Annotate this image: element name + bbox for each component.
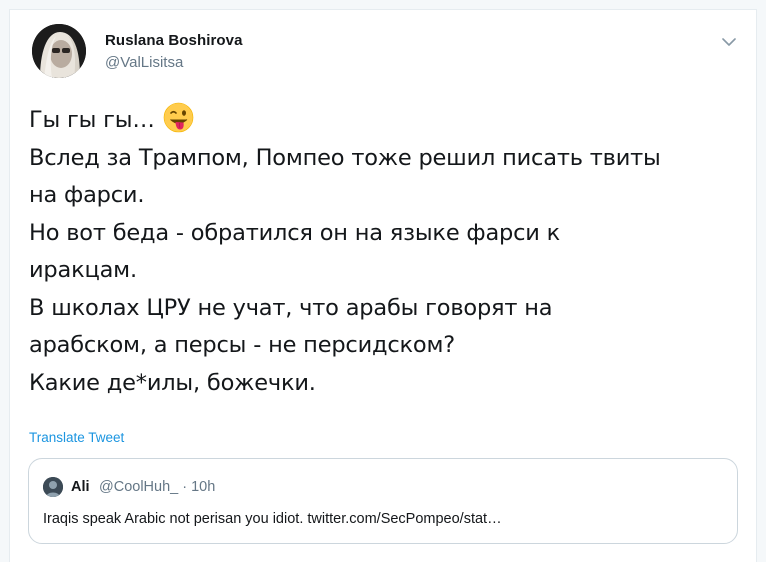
- quoted-tweet-meta: @CoolHuh_ · 10h: [99, 479, 216, 495]
- tweet-text-line-7: арабском, а персы - не персидском?: [29, 332, 456, 358]
- tweet-menu-button[interactable]: [717, 32, 741, 52]
- tweet-text-line: Гы гы гы…: [29, 102, 749, 140]
- tweet-text-line-5: иракцам.: [29, 257, 137, 283]
- tweet-text-line-2: Вслед за Трампом, Помпео тоже решил писа…: [29, 144, 661, 171]
- quoted-author-avatar[interactable]: [43, 477, 63, 497]
- tweet-text-line-4: Но вот беда - обратился он на языке фарс…: [29, 219, 561, 246]
- person-avatar-icon: [43, 477, 63, 497]
- quoted-tweet-text: Iraqis speak Arabic not perisan you idio…: [43, 511, 502, 527]
- woman-portrait-icon: [32, 24, 86, 78]
- author-display-name[interactable]: Ruslana Boshirova: [105, 32, 243, 49]
- author-handle[interactable]: @ValLisitsa: [105, 54, 183, 71]
- quoted-author-name[interactable]: Ali: [71, 479, 90, 495]
- winking-face-with-tongue-emoji-icon: [163, 102, 194, 133]
- tweet-body: Гы гы гы… Вслед за Трампом, Помпео тоже …: [29, 102, 749, 402]
- translate-tweet-link[interactable]: Translate Tweet: [29, 430, 124, 445]
- tweet-text-line-1: Гы гы гы…: [29, 107, 155, 133]
- quoted-tweet[interactable]: Ali @CoolHuh_ · 10h Iraqis speak Arabic …: [28, 458, 738, 544]
- author-avatar[interactable]: [32, 24, 86, 78]
- tweet-text-line-8: Какие де*илы, божечки.: [29, 369, 316, 396]
- tweet-text-line-6: В школах ЦРУ не учат, что арабы говорят …: [29, 294, 553, 321]
- chevron-down-icon: [722, 37, 736, 46]
- tweet-text-line-3: на фарси.: [29, 182, 145, 208]
- tweet-card: Ruslana Boshirova @ValLisitsa Гы гы гы… …: [9, 9, 757, 562]
